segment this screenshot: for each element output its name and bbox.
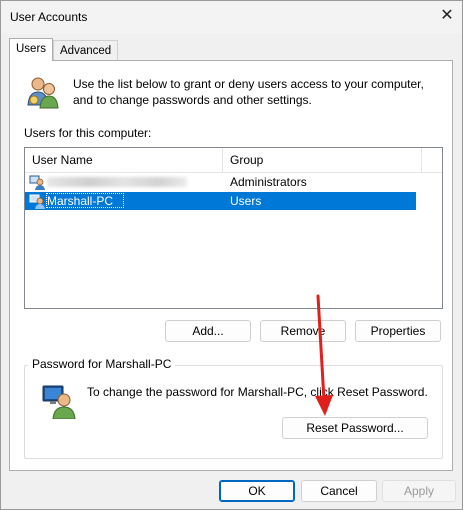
cancel-button[interactable]: Cancel (301, 480, 377, 502)
close-icon[interactable]: ✕ (437, 6, 457, 26)
user-icon (29, 194, 45, 209)
group-cell: Users (230, 194, 262, 208)
user-accounts-dialog: User Accounts ✕ Users Advanced Use the l… (0, 0, 463, 510)
password-groupbox (24, 365, 443, 459)
remove-button[interactable]: Remove (260, 320, 346, 342)
tab-users[interactable]: Users (9, 38, 54, 61)
users-icon (27, 77, 59, 109)
users-listview[interactable]: User Name Group Administrators Marshall-… (24, 147, 443, 309)
title-bar: User Accounts ✕ (1, 1, 462, 34)
apply-button[interactable]: Apply (382, 480, 456, 502)
tab-advanced[interactable]: Advanced (53, 40, 119, 61)
group-cell: Administrators (230, 175, 307, 189)
table-row[interactable]: Administrators (25, 173, 416, 191)
reset-password-button[interactable]: Reset Password... (282, 417, 428, 439)
properties-button[interactable]: Properties (355, 320, 441, 342)
redacted-user-name (47, 177, 187, 187)
user-icon (29, 175, 45, 190)
ok-button[interactable]: OK (219, 480, 295, 502)
users-list-label: Users for this computer: (24, 126, 152, 140)
user-password-icon (42, 385, 76, 419)
users-tab-panel: Use the list below to grant or deny user… (9, 60, 453, 471)
column-header-user-name[interactable]: User Name (25, 148, 223, 172)
listview-header: User Name Group (25, 148, 442, 173)
table-row-selected[interactable]: Marshall-PC Users (25, 192, 416, 210)
column-header-group[interactable]: Group (223, 148, 422, 172)
user-name-cell: Marshall-PC (47, 194, 114, 208)
password-help-text: To change the password for Marshall-PC, … (87, 385, 428, 399)
add-button[interactable]: Add... (165, 320, 251, 342)
password-groupbox-title: Password for Marshall-PC (28, 357, 176, 371)
intro-text: Use the list below to grant or deny user… (73, 77, 424, 107)
window-title: User Accounts (10, 10, 88, 24)
